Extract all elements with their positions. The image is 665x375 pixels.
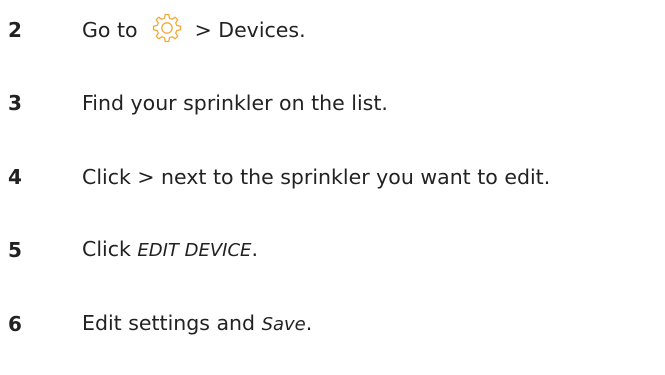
step-text-emphasis: Save	[261, 314, 306, 335]
step-number: 6	[8, 312, 22, 336]
step-number: 4	[8, 165, 22, 189]
step-number: 2	[8, 18, 22, 42]
instruction-steps: 2 Go to > Devices. 3 Find your sprinkler…	[0, 0, 665, 375]
step-text-pre: Go to	[82, 18, 138, 42]
step-6: 6 Edit settings and Save.	[0, 304, 665, 344]
step-text: Click EDIT DEVICE.	[82, 229, 258, 271]
step-2: 2 Go to > Devices.	[0, 10, 665, 50]
gear-icon	[152, 13, 182, 43]
step-number: 3	[8, 91, 22, 115]
step-text-pre: Edit settings and	[82, 311, 262, 335]
step-text-emphasis: EDIT DEVICE	[137, 240, 252, 261]
step-text: Click > next to the sprinkler you want t…	[82, 165, 551, 189]
step-text: Edit settings and Save.	[82, 303, 312, 345]
step-text: Find your sprinkler on the list.	[82, 91, 388, 115]
step-5: 5 Click EDIT DEVICE.	[0, 230, 665, 270]
step-3: 3 Find your sprinkler on the list.	[0, 83, 665, 123]
step-text-post: .	[305, 311, 313, 335]
step-number: 5	[8, 238, 22, 262]
step-text: Go to > Devices.	[82, 10, 306, 50]
step-4: 4 Click > next to the sprinkler you want…	[0, 157, 665, 197]
step-text-post: .	[251, 237, 258, 261]
step-text-pre: Click	[82, 237, 138, 261]
step-text-post: > Devices.	[194, 18, 306, 42]
